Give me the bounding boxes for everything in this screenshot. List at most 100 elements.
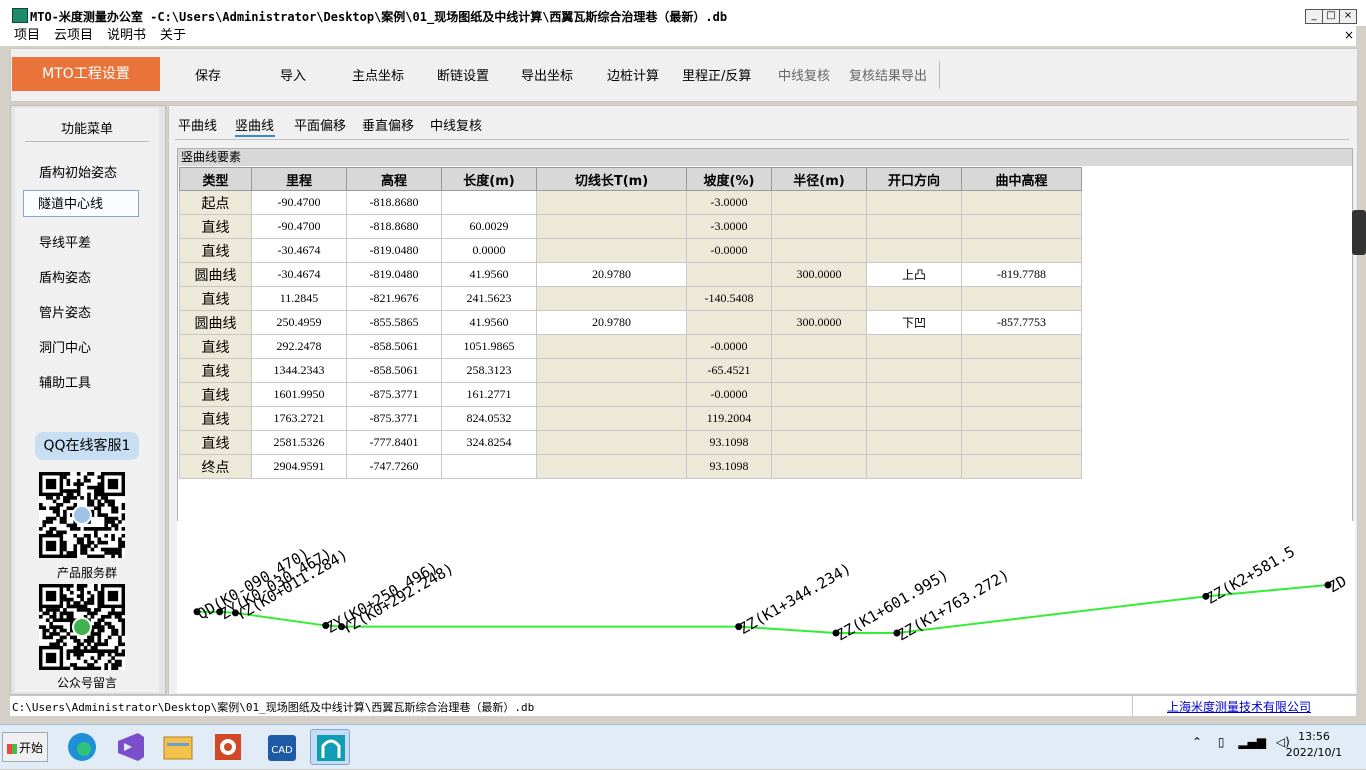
table-cell[interactable]: -858.5061 [346, 358, 442, 383]
col-header-mid-curve-elevation[interactable]: 曲中高程 [961, 167, 1082, 191]
col-header-tangent-length[interactable]: 切线长T(m) [536, 167, 687, 191]
table-cell[interactable]: -819.0480 [346, 238, 442, 263]
table-cell[interactable]: -818.8680 [346, 214, 442, 239]
table-cell[interactable]: 上凸 [866, 262, 962, 287]
table-cell[interactable]: -821.9676 [346, 286, 442, 311]
table-cell[interactable] [771, 238, 867, 263]
clock[interactable]: 13:56 2022/10/1 [1284, 729, 1344, 761]
table-cell[interactable] [961, 406, 1082, 431]
table-cell[interactable]: -855.5865 [346, 310, 442, 335]
edge-scroll-handle[interactable] [1352, 210, 1366, 255]
col-header-length[interactable]: 长度(m) [441, 167, 537, 191]
table-cell[interactable]: 2904.9591 [251, 454, 347, 479]
side-stake-calc-button[interactable]: 边桩计算 [607, 65, 659, 84]
table-cell[interactable]: 119.2004 [686, 406, 772, 431]
table-cell[interactable]: -858.5061 [346, 334, 442, 359]
col-header-elevation[interactable]: 高程 [346, 167, 442, 191]
table-cell[interactable] [536, 334, 687, 359]
table-cell[interactable]: 1763.2721 [251, 406, 347, 431]
table-cell[interactable] [771, 406, 867, 431]
table-cell[interactable]: 20.9780 [536, 310, 687, 335]
table-cell[interactable]: 1051.9865 [441, 334, 537, 359]
menu-manual[interactable]: 说明书 [107, 26, 146, 46]
table-cell-type[interactable]: 直线 [179, 358, 252, 383]
table-cell[interactable]: 300.0000 [771, 262, 867, 287]
table-cell[interactable] [536, 358, 687, 383]
table-cell[interactable]: 11.2845 [251, 286, 347, 311]
table-cell[interactable] [866, 382, 962, 407]
show-hidden-icons-icon[interactable]: ⌃ [1192, 735, 1202, 749]
table-cell[interactable] [961, 430, 1082, 455]
table-cell-type[interactable]: 直线 [179, 214, 252, 239]
menu-project[interactable]: 项目 [14, 26, 40, 46]
table-cell[interactable] [961, 358, 1082, 383]
export-check-result-button[interactable]: 复核结果导出 [849, 65, 927, 84]
table-cell-type[interactable]: 圆曲线 [179, 262, 252, 287]
table-cell[interactable]: -0.0000 [686, 238, 772, 263]
table-cell[interactable]: -0.0000 [686, 334, 772, 359]
table-cell[interactable] [686, 310, 772, 335]
table-cell[interactable] [771, 358, 867, 383]
table-cell[interactable] [771, 214, 867, 239]
device-icon[interactable]: ▯ [1218, 735, 1225, 749]
start-button[interactable]: 开始 [2, 732, 48, 762]
table-cell[interactable] [536, 214, 687, 239]
table-cell[interactable]: 41.9560 [441, 310, 537, 335]
table-cell[interactable]: -3.0000 [686, 190, 772, 215]
table-cell-type[interactable]: 直线 [179, 334, 252, 359]
table-cell[interactable]: 2581.5326 [251, 430, 347, 455]
table-cell[interactable]: -875.3771 [346, 382, 442, 407]
mto-settings-button[interactable]: MTO工程设置 [12, 57, 160, 91]
centerline-check-button[interactable]: 中线复核 [778, 65, 830, 84]
powerpoint-app[interactable] [208, 729, 248, 765]
sidebar-item-traverse-adjustment[interactable]: 导线平差 [39, 232, 91, 251]
table-cell[interactable]: -777.8401 [346, 430, 442, 455]
table-cell[interactable]: -3.0000 [686, 214, 772, 239]
col-header-type[interactable]: 类型 [179, 167, 252, 191]
table-cell[interactable]: 下凹 [866, 310, 962, 335]
table-cell[interactable] [536, 190, 687, 215]
minimize-button[interactable]: _ [1305, 9, 1323, 24]
table-cell[interactable]: -819.0480 [346, 262, 442, 287]
visual-studio-app[interactable] [110, 729, 150, 765]
cad-app[interactable]: CAD [262, 729, 302, 765]
table-cell[interactable]: 1601.9950 [251, 382, 347, 407]
table-cell[interactable]: -90.4700 [251, 190, 347, 215]
tab-vertical-curve[interactable]: 竖曲线 [235, 115, 274, 134]
table-cell[interactable]: -30.4674 [251, 262, 347, 287]
table-cell[interactable]: 93.1098 [686, 430, 772, 455]
table-cell[interactable]: -30.4674 [251, 238, 347, 263]
mto-app[interactable] [310, 729, 350, 765]
table-cell[interactable] [866, 334, 962, 359]
table-cell[interactable]: 0.0000 [441, 238, 537, 263]
table-cell[interactable] [771, 430, 867, 455]
col-header-chainage[interactable]: 里程 [251, 167, 347, 191]
table-cell[interactable] [866, 286, 962, 311]
table-cell[interactable] [866, 430, 962, 455]
menu-cloud-project[interactable]: 云项目 [54, 26, 93, 46]
table-cell-type[interactable]: 直线 [179, 238, 252, 263]
table-cell[interactable]: -90.4700 [251, 214, 347, 239]
table-cell[interactable] [961, 214, 1082, 239]
close-button[interactable]: × [1339, 9, 1357, 24]
company-link[interactable]: 上海米度测量技术有限公司 [1167, 698, 1311, 715]
table-cell[interactable] [771, 190, 867, 215]
sidebar-item-portal-center[interactable]: 洞门中心 [39, 337, 91, 356]
table-cell[interactable] [441, 190, 537, 215]
import-button[interactable]: 导入 [280, 65, 306, 84]
table-cell[interactable] [961, 382, 1082, 407]
table-cell[interactable] [866, 214, 962, 239]
table-cell[interactable]: 161.2771 [441, 382, 537, 407]
sidebar-item-tunnel-centerline[interactable]: 隧道中心线 [23, 190, 139, 217]
table-cell[interactable]: 20.9780 [536, 262, 687, 287]
table-cell[interactable] [866, 358, 962, 383]
table-cell-type[interactable]: 直线 [179, 382, 252, 407]
tab-horizontal-curve[interactable]: 平曲线 [178, 115, 217, 134]
file-explorer-app[interactable] [158, 729, 198, 765]
maximize-button[interactable]: □ [1322, 9, 1340, 24]
table-cell[interactable]: 292.2478 [251, 334, 347, 359]
table-cell[interactable]: 1344.2343 [251, 358, 347, 383]
chain-break-settings-button[interactable]: 断链设置 [437, 65, 489, 84]
table-cell[interactable]: 93.1098 [686, 454, 772, 479]
table-cell[interactable]: -0.0000 [686, 382, 772, 407]
